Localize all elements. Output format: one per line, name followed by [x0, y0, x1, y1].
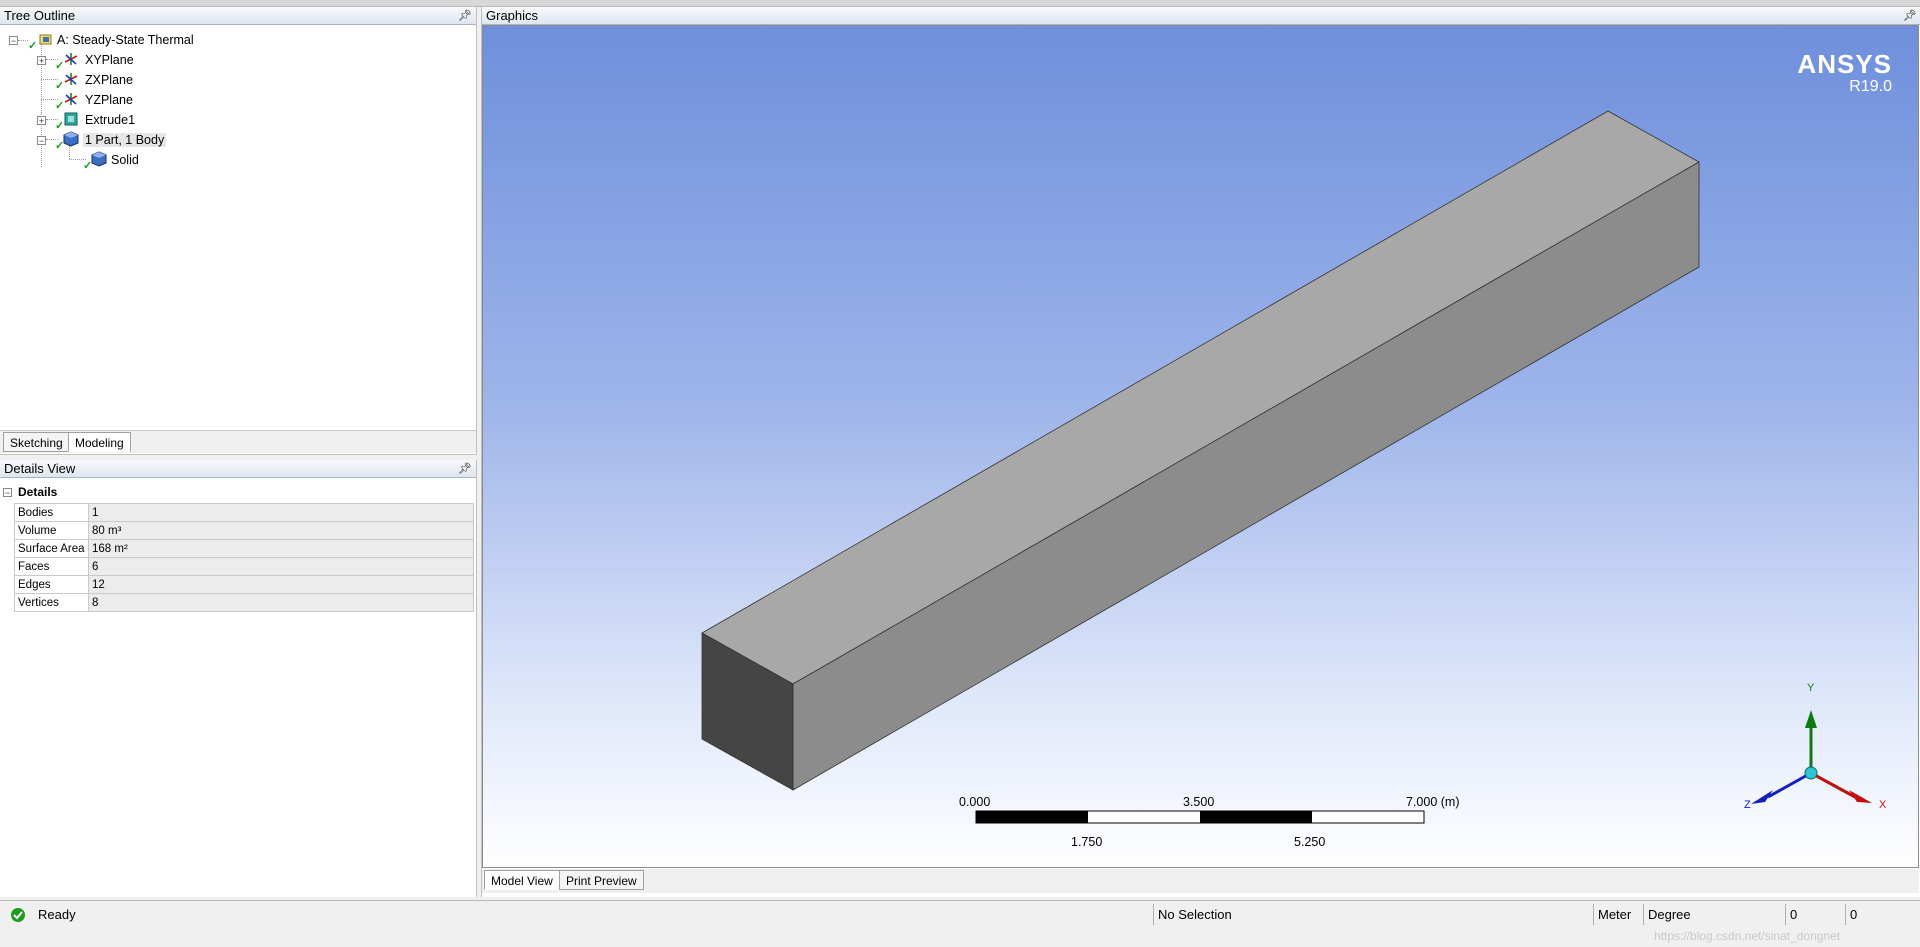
tree-tabbar: Sketching Modeling	[0, 430, 476, 453]
scale-bar-segment	[1200, 811, 1312, 823]
table-row: Edges 12	[14, 575, 474, 594]
detail-key: Bodies	[14, 503, 89, 522]
model-geometry[interactable]	[483, 26, 1920, 869]
table-row: Bodies 1	[14, 503, 474, 522]
detail-key: Surface Area	[14, 539, 89, 558]
scale-label: 3.500	[1183, 795, 1215, 809]
table-row: Faces 6	[14, 557, 474, 576]
tree-item-solid[interactable]: Solid	[111, 151, 139, 169]
detail-value[interactable]: 8	[88, 593, 474, 612]
graphics-viewport[interactable]: ANSYS R19.0 0.000 3.500 7.000 (m) 1.750 …	[482, 25, 1919, 868]
tree-item-root[interactable]: A: Steady-State Thermal	[57, 31, 194, 49]
status-unit-angle[interactable]: Degree https://blog.csdn.net/sinat_dongn…	[1643, 904, 1840, 943]
analysis-icon	[39, 34, 52, 45]
pin-icon[interactable]: 📌︎	[1903, 7, 1917, 25]
detail-key: Edges	[14, 575, 89, 594]
details-table: Bodies 1 Volume 80 m³ Surface Area 168 m…	[14, 503, 474, 612]
tree-item-part-body[interactable]: 1 Part, 1 Body	[83, 131, 167, 149]
pin-icon[interactable]: 📌︎	[458, 7, 472, 25]
detail-value[interactable]: 1	[88, 503, 474, 522]
detail-key: Vertices	[14, 593, 89, 612]
tree-item-yzplane[interactable]: YZPlane	[85, 91, 133, 109]
details-view-panel: Details View 📌︎ − Details Bodies 1 Volum…	[0, 460, 477, 897]
collapse-icon[interactable]: −	[3, 488, 12, 498]
scale-bar-segment	[976, 811, 1088, 823]
axis-label-z: Z	[1744, 799, 1751, 811]
plane-axes-icon	[64, 53, 78, 65]
table-row: Volume 80 m³	[14, 521, 474, 540]
tab-print-preview[interactable]: Print Preview	[559, 870, 644, 890]
details-group-title: Details	[18, 485, 58, 499]
table-row: Surface Area 168 m²	[14, 539, 474, 558]
detail-value[interactable]: 12	[88, 575, 474, 594]
extrude-icon	[64, 112, 78, 126]
details-view-title: Details View	[4, 461, 76, 476]
tree-item-zxplane[interactable]: ZXPlane	[85, 71, 133, 89]
tree-line	[69, 145, 70, 159]
tree-outline-header: Tree Outline 📌︎	[0, 7, 476, 25]
status-value-2: 0	[1845, 904, 1905, 925]
ready-check-icon	[11, 908, 25, 922]
pin-icon[interactable]: 📌︎	[458, 460, 472, 478]
graphics-header: Graphics 📌︎	[482, 7, 1920, 25]
watermark-text: https://blog.csdn.net/sinat_dongnet	[1654, 929, 1841, 943]
tab-sketching[interactable]: Sketching	[3, 432, 70, 452]
scale-label: 0.000	[959, 795, 991, 809]
detail-value[interactable]: 6	[88, 557, 474, 576]
plane-axes-icon	[64, 73, 78, 85]
collapse-icon[interactable]: −	[37, 136, 46, 146]
detail-value[interactable]: 168 m²	[88, 539, 474, 558]
details-view-header: Details View 📌︎	[0, 460, 476, 478]
detail-key: Faces	[14, 557, 89, 576]
box-top-face[interactable]	[701, 110, 1700, 685]
status-selection: No Selection	[1153, 904, 1593, 925]
box-side-face[interactable]	[792, 161, 1700, 791]
status-value-1: 0	[1785, 904, 1845, 925]
status-ready: Ready	[38, 907, 76, 922]
top-toolbar-strip	[0, 0, 1920, 7]
scale-label: 1.750	[1071, 835, 1103, 849]
detail-key: Volume	[14, 521, 89, 540]
check-icon: ✓	[28, 40, 38, 52]
collapse-icon[interactable]: −	[9, 36, 18, 46]
graphics-tabbar: Model View Print Preview	[482, 869, 1919, 893]
axis-label-y: Y	[1807, 682, 1815, 694]
tree-outline-panel: Tree Outline 📌︎ − ✓ A: Steady-State Ther…	[0, 7, 477, 455]
plane-axes-icon	[64, 93, 78, 105]
axis-label-x: X	[1879, 799, 1887, 811]
tab-modeling[interactable]: Modeling	[68, 432, 131, 452]
status-unit-length[interactable]: Meter	[1593, 904, 1643, 925]
expand-icon[interactable]: +	[37, 116, 46, 126]
tab-model-view[interactable]: Model View	[484, 870, 560, 890]
scale-label: 5.250	[1294, 835, 1326, 849]
detail-value[interactable]: 80 m³	[88, 521, 474, 540]
table-row: Vertices 8	[14, 593, 474, 612]
axis-triad[interactable]	[1751, 710, 1872, 804]
body-cube-icon	[63, 131, 79, 147]
graphics-title: Graphics	[486, 8, 539, 23]
tree-line	[18, 40, 28, 41]
tree-item-extrude1[interactable]: Extrude1	[85, 111, 135, 129]
scale-label: 7.000 (m)	[1406, 795, 1460, 809]
status-bar: Ready No Selection Meter Degree https://…	[0, 900, 1920, 943]
tree-outline-title: Tree Outline	[4, 8, 76, 23]
solid-body-icon	[91, 151, 107, 167]
tree-item-xyplane[interactable]: XYPlane	[85, 51, 134, 69]
expand-icon[interactable]: +	[37, 56, 46, 66]
